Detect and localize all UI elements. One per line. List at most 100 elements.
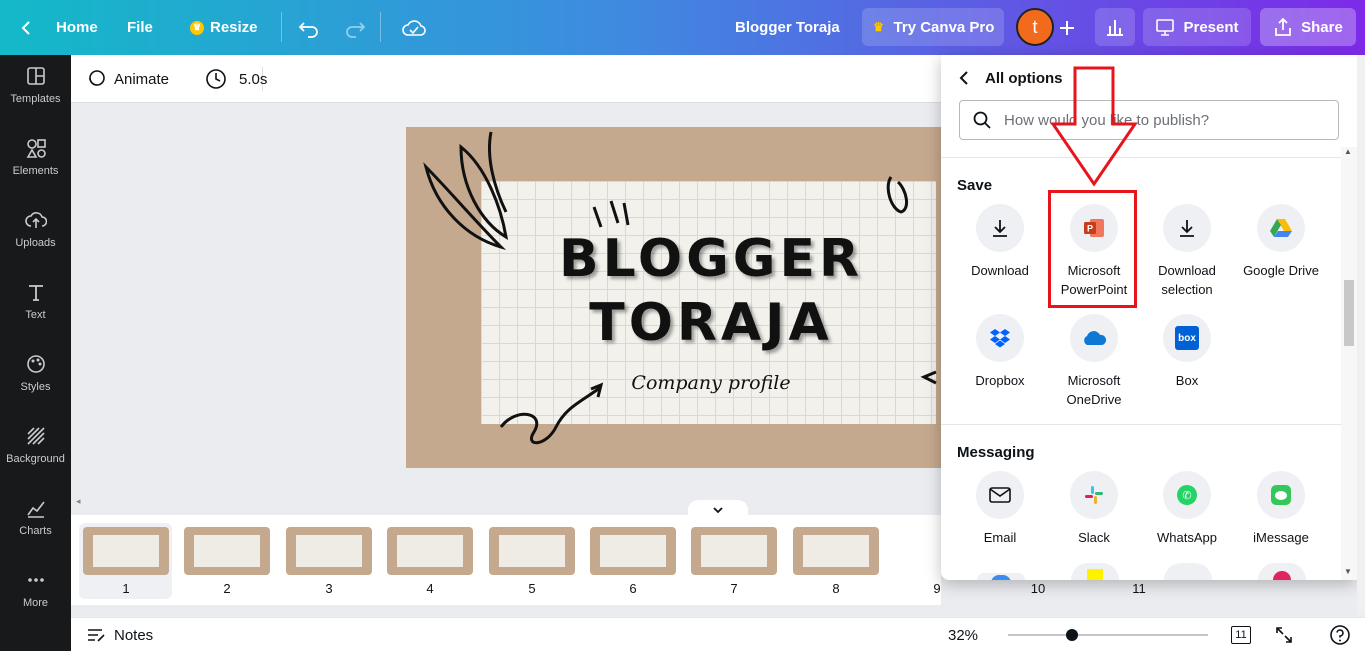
panel-header[interactable]: All options	[957, 67, 1063, 89]
whatsapp-option[interactable]: ✆ WhatsApp	[1140, 471, 1234, 547]
option-label: Slack	[1078, 530, 1110, 545]
publish-search[interactable]	[959, 100, 1339, 140]
option-label: Download	[971, 263, 1029, 278]
page-thumbnail[interactable]	[83, 527, 169, 575]
undo-button[interactable]	[298, 0, 320, 55]
notes-button[interactable]: Notes	[86, 618, 153, 651]
page-thumbnail-preview	[93, 535, 159, 567]
share-icon	[1275, 17, 1292, 36]
page-count-label: 11	[1231, 626, 1251, 644]
cloud-save-button[interactable]	[402, 0, 426, 55]
chevron-left-icon[interactable]	[957, 70, 971, 86]
resize-label: Resize	[210, 19, 258, 36]
scroll-up-icon[interactable]: ▲	[1344, 147, 1352, 156]
document-title-text: Blogger Toraja	[735, 19, 840, 36]
zoom-slider-track[interactable]	[1008, 634, 1208, 636]
page-thumbnail[interactable]	[184, 527, 270, 575]
download-option[interactable]: Download	[953, 204, 1047, 280]
help-button[interactable]	[1329, 618, 1351, 651]
page-thumbnail[interactable]	[793, 527, 879, 575]
divider	[281, 12, 282, 42]
more-icon	[27, 578, 44, 582]
help-icon	[1330, 625, 1350, 645]
resize-button[interactable]: ♛ Resize	[190, 0, 258, 55]
panel-scrollbar[interactable]: ▲ ▼	[1341, 147, 1357, 580]
imessage-icon	[1257, 471, 1305, 519]
slack-icon	[1070, 471, 1118, 519]
document-title[interactable]: Blogger Toraja	[735, 0, 840, 55]
onedrive-option[interactable]: Microsoft OneDrive	[1047, 314, 1141, 409]
imessage-option[interactable]: iMessage	[1234, 471, 1328, 547]
slack-option[interactable]: Slack	[1047, 471, 1141, 547]
share-button[interactable]: Share	[1260, 8, 1356, 46]
slide-title-line1: BLOGGER	[558, 229, 864, 289]
sidebar-item-charts[interactable]: Charts	[0, 487, 71, 547]
page-number: 8	[832, 581, 840, 596]
share-label: Share	[1301, 18, 1343, 36]
sidebar-item-templates[interactable]: Templates	[0, 55, 71, 115]
bar-chart-icon	[1107, 20, 1123, 36]
crown-icon: ♛	[873, 20, 884, 34]
notes-label: Notes	[114, 626, 154, 644]
avatar[interactable]: t	[1016, 8, 1054, 46]
sidebar-item-label: Text	[25, 309, 46, 321]
page-thumbnail[interactable]	[387, 527, 473, 575]
page-thumbnail-preview	[803, 535, 869, 567]
present-button[interactable]: Present	[1143, 8, 1251, 46]
add-collaborator-button[interactable]	[1058, 0, 1076, 55]
sidebar-item-elements[interactable]: Elements	[0, 127, 71, 187]
partial-option	[1164, 563, 1212, 580]
file-menu-button[interactable]: File	[127, 0, 153, 55]
dropbox-option[interactable]: Dropbox	[953, 314, 1047, 390]
slide-subtitle[interactable]: Company profile	[406, 372, 966, 394]
download-selection-option[interactable]: Download selection	[1140, 204, 1234, 299]
email-option[interactable]: Email	[953, 471, 1047, 547]
sidebar-item-background[interactable]: Background	[0, 415, 71, 475]
option-label: iMessage	[1253, 530, 1309, 545]
page-count-button[interactable]: 11	[1231, 618, 1251, 651]
sidebar-item-text[interactable]: Text	[0, 271, 71, 331]
page-scrollbar[interactable]	[1357, 55, 1365, 615]
slide-canvas[interactable]: BLOGGER TORAJA Company profile	[406, 127, 966, 468]
page-number: 5	[528, 581, 536, 596]
notes-icon	[88, 629, 105, 642]
page-thumbnail[interactable]	[489, 527, 575, 575]
sidebar-item-uploads[interactable]: Uploads	[0, 199, 71, 259]
page-number: 6	[629, 581, 637, 596]
scroll-down-icon[interactable]: ▼	[1344, 567, 1352, 576]
text-icon	[28, 285, 43, 301]
zoom-slider-handle[interactable]	[1066, 629, 1078, 641]
home-button[interactable]: Home	[18, 0, 98, 55]
duration-button[interactable]: 5.0s	[205, 55, 267, 103]
onedrive-icon	[1070, 314, 1118, 362]
page-thumbnail[interactable]	[590, 527, 676, 575]
scroll-left-icon[interactable]: ◂	[76, 496, 81, 507]
animate-icon	[89, 70, 105, 86]
present-label: Present	[1183, 18, 1239, 36]
insights-button[interactable]	[1095, 8, 1135, 46]
chevron-down-icon	[713, 507, 723, 514]
fullscreen-icon	[1276, 627, 1292, 643]
animate-button[interactable]: Animate	[86, 55, 169, 103]
redo-button[interactable]	[344, 0, 366, 55]
scrollbar-thumb[interactable]	[1344, 280, 1354, 346]
option-label: WhatsApp	[1157, 530, 1217, 545]
box-option[interactable]: box Box	[1140, 314, 1234, 390]
annotation-arrow-icon	[1050, 66, 1138, 187]
google-drive-option[interactable]: Google Drive	[1234, 204, 1328, 280]
divider	[380, 12, 381, 42]
sidebar-item-styles[interactable]: Styles	[0, 343, 71, 403]
page-thumbnail-preview	[499, 535, 565, 567]
divider	[941, 424, 1341, 425]
page-thumbnail-preview	[194, 535, 260, 567]
page-number: 9	[933, 581, 941, 596]
fullscreen-button[interactable]	[1274, 618, 1294, 651]
try-canva-pro-button[interactable]: ♛ Try Canva Pro	[862, 8, 1004, 46]
page-thumbnail[interactable]	[691, 527, 777, 575]
page-thumbnail[interactable]	[286, 527, 372, 575]
partial-option	[1071, 563, 1119, 580]
sidebar-item-more[interactable]: More	[0, 559, 71, 619]
option-label: Google Drive	[1243, 263, 1319, 278]
clock-icon	[206, 69, 226, 89]
slide-title[interactable]: BLOGGER TORAJA	[406, 227, 966, 355]
